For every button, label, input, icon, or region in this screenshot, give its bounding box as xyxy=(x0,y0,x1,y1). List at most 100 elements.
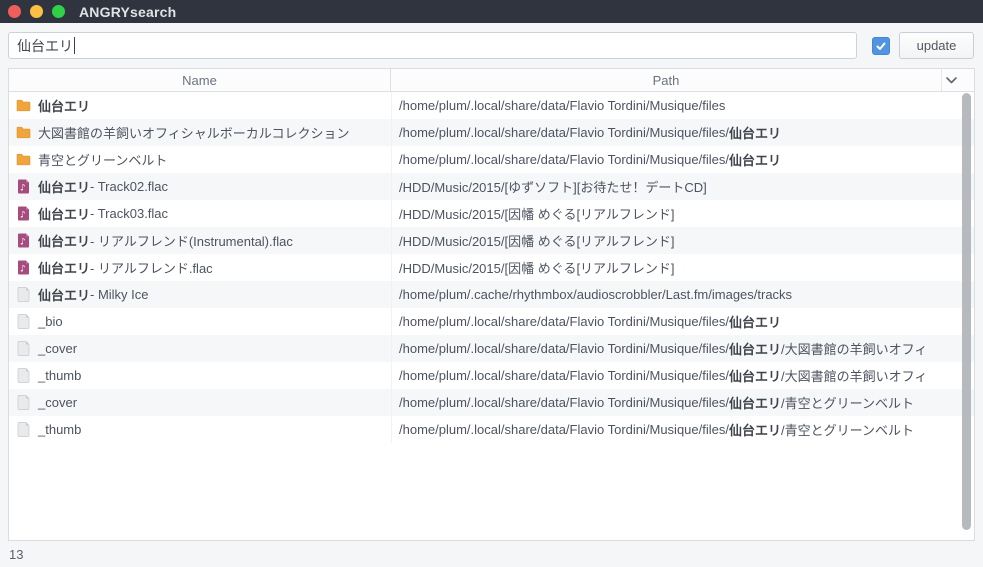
name-cell: ♪ 仙台エリ - リアルフレンド(Instrumental).flac xyxy=(9,227,391,254)
folder-icon xyxy=(15,152,31,168)
text-segment: /青空とグリーンベルト xyxy=(781,393,914,412)
text-segment: _thumb xyxy=(38,368,81,383)
table-row[interactable]: 仙台エリ/home/plum/.local/share/data/Flavio … xyxy=(9,92,974,119)
match-highlight: 仙台エリ xyxy=(38,231,90,250)
table-row[interactable]: _thumb/home/plum/.local/share/data/Flavi… xyxy=(9,362,974,389)
path-cell: /home/plum/.local/share/data/Flavio Tord… xyxy=(391,146,961,173)
name-cell: 大図書館の羊飼いオフィシャルボーカルコレクション xyxy=(9,119,391,146)
text-segment: _thumb xyxy=(38,422,81,437)
text-segment: /HDD/Music/2015/[因幡 めぐる[リアルフレンド] xyxy=(399,231,675,250)
table-row[interactable]: ♪ 仙台エリ - リアルフレンド(Instrumental).flac/HDD/M… xyxy=(9,227,974,254)
match-highlight: 仙台エリ xyxy=(729,312,781,331)
text-segment: /home/plum/.local/share/data/Flavio Tord… xyxy=(399,395,729,410)
name-cell: ♪ 仙台エリ - リアルフレンド.flac xyxy=(9,254,391,281)
match-highlight: 仙台エリ xyxy=(38,285,90,304)
match-highlight: 仙台エリ xyxy=(729,123,781,142)
match-highlight: 仙台エリ xyxy=(729,393,781,412)
match-highlight: 仙台エリ xyxy=(729,420,781,439)
file-icon xyxy=(15,314,31,330)
close-button-icon[interactable] xyxy=(8,5,21,18)
text-segment: 青空とグリーンベルト xyxy=(38,150,167,169)
table-body: 仙台エリ/home/plum/.local/share/data/Flavio … xyxy=(9,92,974,443)
table-row[interactable]: _cover/home/plum/.local/share/data/Flavi… xyxy=(9,389,974,416)
name-cell: 仙台エリ - Milky Ice xyxy=(9,281,391,308)
text-segment: _cover xyxy=(38,341,77,356)
path-cell: /HDD/Music/2015/[因幡 めぐる[リアルフレンド] xyxy=(391,254,961,281)
path-cell: /home/plum/.local/share/data/Flavio Tord… xyxy=(391,389,961,416)
path-cell: /home/plum/.local/share/data/Flavio Tord… xyxy=(391,362,961,389)
path-cell: /HDD/Music/2015/[因幡 めぐる[リアルフレンド] xyxy=(391,227,961,254)
search-input-value: 仙台エリ xyxy=(17,36,73,56)
search-input[interactable]: 仙台エリ xyxy=(8,32,857,59)
match-highlight: 仙台エリ xyxy=(38,177,90,196)
match-highlight: 仙台エリ xyxy=(38,96,90,115)
header-end-section xyxy=(941,69,974,91)
text-segment: /HDD/Music/2015/[ゆずソフト][お待たせ！デートCD] xyxy=(399,177,707,196)
update-button[interactable]: update xyxy=(899,32,974,59)
chevron-down-icon[interactable] xyxy=(945,76,958,85)
path-cell: /home/plum/.local/share/data/Flavio Tord… xyxy=(391,416,961,443)
maximize-button-icon[interactable] xyxy=(52,5,65,18)
path-cell: /home/plum/.local/share/data/Flavio Tord… xyxy=(391,92,961,119)
vertical-scrollbar[interactable] xyxy=(961,93,972,540)
column-header-path[interactable]: Path xyxy=(391,69,941,91)
text-segment: /HDD/Music/2015/[因幡 めぐる[リアルフレンド] xyxy=(399,258,675,277)
column-header-name[interactable]: Name xyxy=(9,69,391,91)
match-highlight: 仙台エリ xyxy=(729,150,781,169)
table-row[interactable]: _cover/home/plum/.local/share/data/Flavi… xyxy=(9,335,974,362)
name-cell: ♪ 仙台エリ - Track02.flac xyxy=(9,173,391,200)
audio-icon: ♪ xyxy=(15,233,31,249)
path-cell: /home/plum/.local/share/data/Flavio Tord… xyxy=(391,119,961,146)
svg-text:♪: ♪ xyxy=(20,184,26,194)
match-highlight: 仙台エリ xyxy=(38,204,90,223)
file-icon xyxy=(15,422,31,438)
text-segment: - リアルフレンド.flac xyxy=(90,258,213,277)
svg-text:♪: ♪ xyxy=(20,265,26,275)
folder-icon xyxy=(15,98,31,114)
lite-mode-checkbox[interactable] xyxy=(872,37,890,55)
match-highlight: 仙台エリ xyxy=(729,339,781,358)
text-segment: /home/plum/.local/share/data/Flavio Tord… xyxy=(399,341,729,356)
table-row[interactable]: _thumb/home/plum/.local/share/data/Flavi… xyxy=(9,416,974,443)
table-row[interactable]: 仙台エリ - Milky Ice/home/plum/.cache/rhythm… xyxy=(9,281,974,308)
file-icon xyxy=(15,368,31,384)
text-segment: - リアルフレンド(Instrumental).flac xyxy=(90,231,293,250)
scrollbar-thumb[interactable] xyxy=(962,93,971,530)
result-count: 13 xyxy=(9,547,23,562)
file-icon xyxy=(15,395,31,411)
text-segment: - Track02.flac xyxy=(90,179,168,194)
text-segment: /大図書館の羊飼いオフィ xyxy=(781,366,927,385)
text-segment: - Track03.flac xyxy=(90,206,168,221)
text-segment: /大図書館の羊飼いオフィ xyxy=(781,339,927,358)
match-highlight: 仙台エリ xyxy=(38,258,90,277)
table-row[interactable]: 大図書館の羊飼いオフィシャルボーカルコレクション/home/plum/.loca… xyxy=(9,119,974,146)
table-row[interactable]: ♪ 仙台エリ - Track03.flac/HDD/Music/2015/[因幡 … xyxy=(9,200,974,227)
match-highlight: 仙台エリ xyxy=(729,366,781,385)
name-cell: _cover xyxy=(9,389,391,416)
text-segment: /HDD/Music/2015/[因幡 めぐる[リアルフレンド] xyxy=(399,204,675,223)
text-segment: /home/plum/.local/share/data/Flavio Tord… xyxy=(399,152,729,167)
text-segment: /home/plum/.local/share/data/Flavio Tord… xyxy=(399,98,725,113)
table-row[interactable]: _bio/home/plum/.local/share/data/Flavio … xyxy=(9,308,974,335)
text-segment: _bio xyxy=(38,314,63,329)
checkmark-icon xyxy=(875,40,887,52)
text-segment: 大図書館の羊飼いオフィシャルボーカルコレクション xyxy=(38,123,349,142)
name-cell: ♪ 仙台エリ - Track03.flac xyxy=(9,200,391,227)
svg-text:♪: ♪ xyxy=(20,211,26,221)
folder-icon xyxy=(15,125,31,141)
text-segment: _cover xyxy=(38,395,77,410)
text-segment: /home/plum/.local/share/data/Flavio Tord… xyxy=(399,368,729,383)
path-cell: /home/plum/.local/share/data/Flavio Tord… xyxy=(391,335,961,362)
name-cell: 仙台エリ xyxy=(9,92,391,119)
titlebar: ANGRYsearch xyxy=(0,0,983,23)
minimize-button-icon[interactable] xyxy=(30,5,43,18)
table-row[interactable]: ♪ 仙台エリ - Track02.flac/HDD/Music/2015/[ゆずソ… xyxy=(9,173,974,200)
table-row[interactable]: 青空とグリーンベルト/home/plum/.local/share/data/F… xyxy=(9,146,974,173)
table-row[interactable]: ♪ 仙台エリ - リアルフレンド.flac/HDD/Music/2015/[因幡 … xyxy=(9,254,974,281)
name-cell: _bio xyxy=(9,308,391,335)
table-header: Name Path xyxy=(9,69,974,92)
path-cell: /home/plum/.cache/rhythmbox/audioscrobbl… xyxy=(391,281,961,308)
path-cell: /home/plum/.local/share/data/Flavio Tord… xyxy=(391,308,961,335)
name-cell: _cover xyxy=(9,335,391,362)
text-segment: - Milky Ice xyxy=(90,287,149,302)
